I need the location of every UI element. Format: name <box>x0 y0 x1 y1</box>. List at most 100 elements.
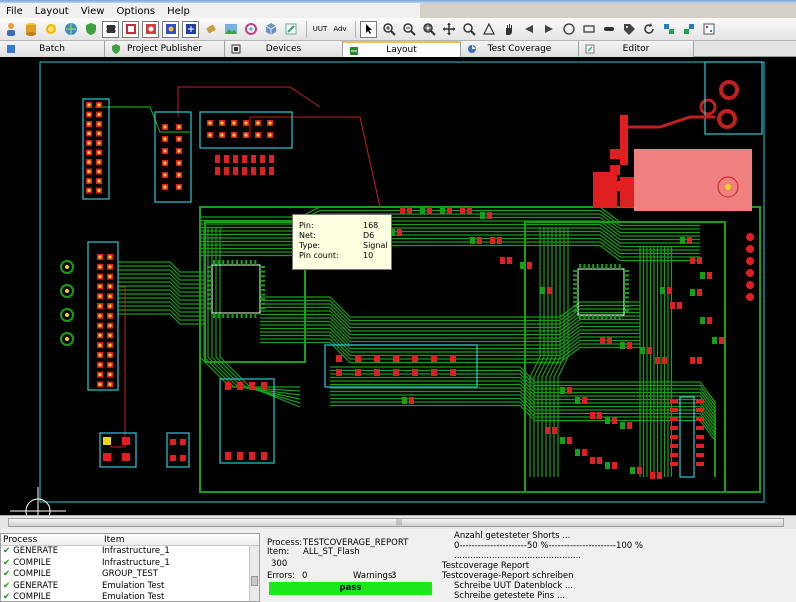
pad <box>620 177 634 207</box>
arrow-left-icon[interactable] <box>520 21 537 38</box>
pad <box>624 292 629 294</box>
zoom-out-icon[interactable] <box>400 21 417 38</box>
flip-icon[interactable] <box>480 21 497 38</box>
adv-button[interactable]: Adv <box>331 25 349 33</box>
pad <box>700 317 705 324</box>
pad <box>393 369 399 376</box>
vertical-scrollbar[interactable] <box>249 546 259 601</box>
zoom-fit-icon[interactable] <box>420 21 437 38</box>
settings-icon[interactable] <box>242 21 259 38</box>
check-icon: ✔ <box>3 569 11 579</box>
column-header-item[interactable]: Item <box>102 534 259 545</box>
rectangle-icon[interactable] <box>580 21 597 38</box>
drill-hole <box>725 184 731 190</box>
drill-hole <box>108 353 112 357</box>
pad <box>122 437 130 445</box>
pad <box>590 412 595 419</box>
pad <box>260 279 265 282</box>
user-icon[interactable] <box>2 21 19 38</box>
pad <box>207 275 212 278</box>
pad <box>520 262 525 269</box>
drill-hole <box>97 150 101 155</box>
component-icon[interactable] <box>142 20 159 38</box>
edit-icon[interactable] <box>282 21 299 38</box>
pad <box>245 260 248 265</box>
item-value: ALL_ST_Flash <box>303 547 360 557</box>
tab-test-coverage[interactable]: Test Coverage <box>461 41 579 57</box>
drill-hole <box>177 137 181 141</box>
list-item[interactable]: ✔ GENERATE Emulation Test <box>1 581 259 593</box>
pad <box>670 302 675 309</box>
sun-icon[interactable] <box>42 21 59 38</box>
list-item[interactable]: ✔ GENERATE Infrastructure_1 <box>1 546 259 558</box>
chip-icon[interactable] <box>102 20 119 38</box>
result-bar: pass <box>269 582 432 595</box>
pad <box>612 462 617 469</box>
pad <box>696 408 704 412</box>
tag-icon[interactable] <box>620 21 637 38</box>
pad <box>447 207 452 214</box>
drill-hole <box>208 133 212 137</box>
capsule-icon[interactable] <box>600 21 617 38</box>
shield-icon[interactable] <box>82 21 99 38</box>
list-item[interactable]: ✔ COMPILE Infrastructure_1 <box>1 558 259 570</box>
pad <box>573 283 578 286</box>
cube-icon[interactable] <box>262 21 279 38</box>
pad <box>336 355 342 362</box>
hand-icon[interactable] <box>500 21 517 38</box>
layers-icon[interactable] <box>700 21 717 38</box>
rotate-icon[interactable] <box>640 21 657 38</box>
resistor-icon[interactable] <box>202 21 219 38</box>
list-item[interactable]: ✔ COMPILE GROUP_TEST <box>1 569 259 581</box>
circle-icon[interactable] <box>560 21 577 38</box>
chip-connect-alt-icon[interactable] <box>680 21 697 38</box>
tooltip-row: Net: D6 <box>299 231 387 241</box>
drill-hole <box>87 141 91 145</box>
drill-hole <box>97 103 101 107</box>
tab-editor[interactable]: Editor <box>579 41 694 57</box>
process-item: Infrastructure_1 <box>102 557 170 568</box>
globe-icon[interactable] <box>62 21 79 38</box>
net-icon[interactable] <box>182 20 199 38</box>
zoom-window-icon[interactable] <box>460 21 477 38</box>
database-icon[interactable] <box>22 21 39 38</box>
pad <box>103 453 111 461</box>
pan-icon[interactable] <box>440 21 457 38</box>
scrollbar-thumb[interactable] <box>251 576 258 586</box>
tab-devices[interactable]: Devices <box>225 41 343 57</box>
drill-hole <box>108 373 112 377</box>
horizontal-scrollbar[interactable]: ||| <box>0 515 796 529</box>
image-icon[interactable] <box>222 21 239 38</box>
pad <box>573 309 578 312</box>
probe-icon[interactable] <box>162 20 179 38</box>
drill-hole <box>108 284 112 288</box>
pcb-board[interactable] <box>0 57 796 515</box>
pad <box>207 302 212 305</box>
drill-hole <box>232 121 236 125</box>
chip-connect-icon[interactable] <box>660 21 677 38</box>
column-header-process[interactable]: Process <box>1 534 102 545</box>
pad <box>180 455 186 461</box>
zoom-in-icon[interactable] <box>380 21 397 38</box>
board-icon[interactable] <box>122 20 139 38</box>
pad <box>640 347 645 354</box>
pad <box>609 264 612 269</box>
uut-button[interactable]: UUT <box>311 25 329 33</box>
drill-hole <box>98 363 102 367</box>
tab-batch[interactable]: Batch <box>0 41 105 57</box>
pad <box>103 437 111 445</box>
drill-hole <box>177 161 181 165</box>
pointer-icon[interactable] <box>360 20 377 38</box>
tab-project-publisher[interactable]: Project Publisher <box>105 41 225 57</box>
pad <box>540 287 545 294</box>
pad <box>249 452 255 460</box>
arrow-right-icon[interactable] <box>540 21 557 38</box>
list-item[interactable]: ✔ COMPILE Emulation Test <box>1 592 259 601</box>
tab-layout[interactable]: Layout <box>343 41 461 57</box>
ic-qfp <box>577 268 625 316</box>
power-trace <box>628 115 715 129</box>
pad <box>226 313 229 318</box>
pad <box>582 397 587 404</box>
pad <box>700 272 705 279</box>
pcb-layout-canvas[interactable] <box>0 57 796 515</box>
